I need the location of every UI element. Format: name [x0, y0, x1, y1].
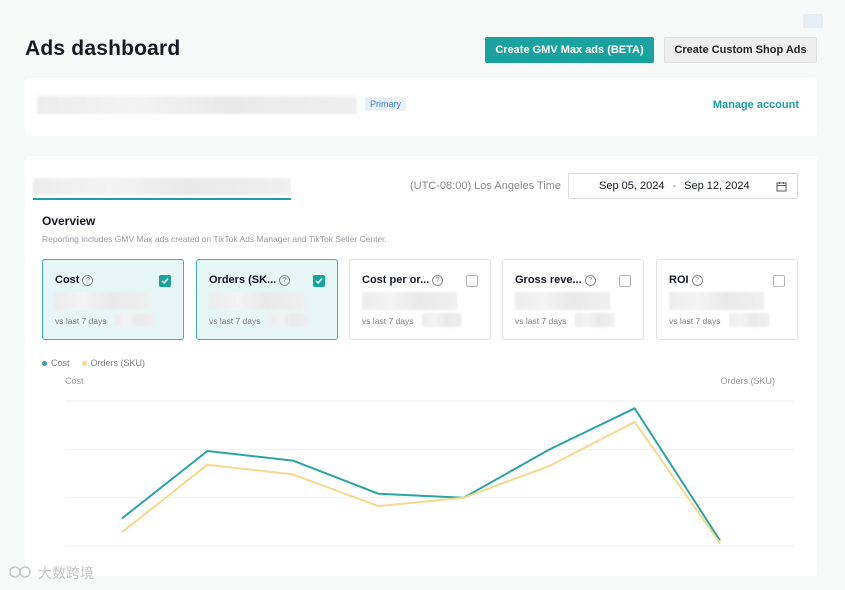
primary-badge: Primary	[365, 97, 406, 111]
help-icon: ?	[432, 274, 444, 286]
tab-active-indicator	[33, 198, 291, 200]
shop-tab-redacted[interactable]	[33, 178, 291, 195]
legend-item-cost[interactable]: Cost	[42, 358, 70, 368]
watermark: 大数跨境	[8, 563, 94, 583]
overview-note: Reporting includes GMV Max ads created o…	[42, 234, 387, 244]
y-axis-left-label: Cost	[65, 376, 84, 386]
line-chart	[65, 400, 795, 547]
timezone-label: (UTC-08:00) Los Angeles Time	[410, 180, 562, 192]
metric-card-orders[interactable]: Orders (SK...? vs last 7 days	[196, 259, 338, 340]
help-icon: ?	[82, 274, 94, 286]
metric-card-cost[interactable]: Cost? vs last 7 days	[42, 259, 184, 340]
metric-compare-label: vs last 7 days	[669, 316, 721, 326]
date-range-picker[interactable]: Sep 05, 2024 - Sep 12, 2024	[568, 173, 798, 199]
metric-compare-value-redacted	[575, 313, 615, 327]
metric-value-redacted	[515, 292, 610, 310]
create-gmv-max-ads-button[interactable]: Create GMV Max ads (BETA)	[485, 37, 654, 63]
overview-title: Overview	[42, 214, 96, 228]
metric-value-redacted	[55, 292, 150, 310]
chart-grid	[65, 400, 795, 547]
watermark-logo-icon	[8, 564, 34, 583]
metric-value-redacted	[209, 292, 304, 310]
date-start: Sep 05, 2024	[599, 180, 665, 192]
metric-checkbox[interactable]	[466, 275, 478, 287]
metric-checkbox[interactable]	[313, 275, 325, 287]
y-axis-right-label: Orders (SKU)	[720, 376, 775, 386]
date-separator: -	[672, 180, 677, 192]
metric-compare-value-redacted	[729, 313, 769, 327]
manage-account-link[interactable]: Manage account	[713, 99, 799, 111]
chart-lines	[121, 407, 721, 544]
overview-card: (UTC-08:00) Los Angeles Time Sep 05, 202…	[25, 156, 817, 576]
chart-legend: Cost Orders (SKU)	[42, 358, 145, 368]
metric-checkbox[interactable]	[773, 275, 785, 287]
account-name-redacted	[37, 96, 357, 114]
metric-card-gross-revenue[interactable]: Gross reve...? vs last 7 days	[502, 259, 644, 340]
series-line-cost	[121, 407, 721, 542]
create-custom-shop-ads-button[interactable]: Create Custom Shop Ads	[664, 37, 817, 63]
legend-item-orders[interactable]: Orders (SKU)	[81, 358, 145, 368]
metric-card-cost-per-order[interactable]: Cost per or...? vs last 7 days	[349, 259, 491, 340]
help-icon: ?	[584, 274, 596, 286]
metric-compare-value-redacted	[269, 313, 309, 327]
metric-value-redacted	[669, 292, 764, 310]
calendar-icon	[776, 181, 787, 195]
metric-title: Orders (SK...?	[209, 274, 291, 286]
date-end: Sep 12, 2024	[684, 180, 750, 192]
metric-compare-value-redacted	[422, 313, 462, 327]
help-icon: ?	[691, 274, 703, 286]
metric-checkbox[interactable]	[619, 275, 631, 287]
metric-compare-label: vs last 7 days	[209, 316, 261, 326]
metric-title: ROI?	[669, 274, 703, 286]
metric-title: Gross reve...?	[515, 274, 596, 286]
metric-title: Cost?	[55, 274, 94, 286]
metric-card-roi[interactable]: ROI? vs last 7 days	[656, 259, 798, 340]
metric-compare-label: vs last 7 days	[362, 316, 414, 326]
metric-compare-label: vs last 7 days	[55, 316, 107, 326]
metric-checkbox[interactable]	[159, 275, 171, 287]
help-icon: ?	[279, 274, 291, 286]
corner-widget[interactable]	[803, 14, 823, 28]
metric-compare-label: vs last 7 days	[515, 316, 567, 326]
account-card: Primary Manage account	[25, 78, 817, 136]
series-line-orders	[121, 421, 721, 544]
metric-value-redacted	[362, 292, 457, 310]
metric-compare-value-redacted	[115, 313, 155, 327]
page-title: Ads dashboard	[25, 37, 181, 60]
metric-title: Cost per or...?	[362, 274, 444, 286]
